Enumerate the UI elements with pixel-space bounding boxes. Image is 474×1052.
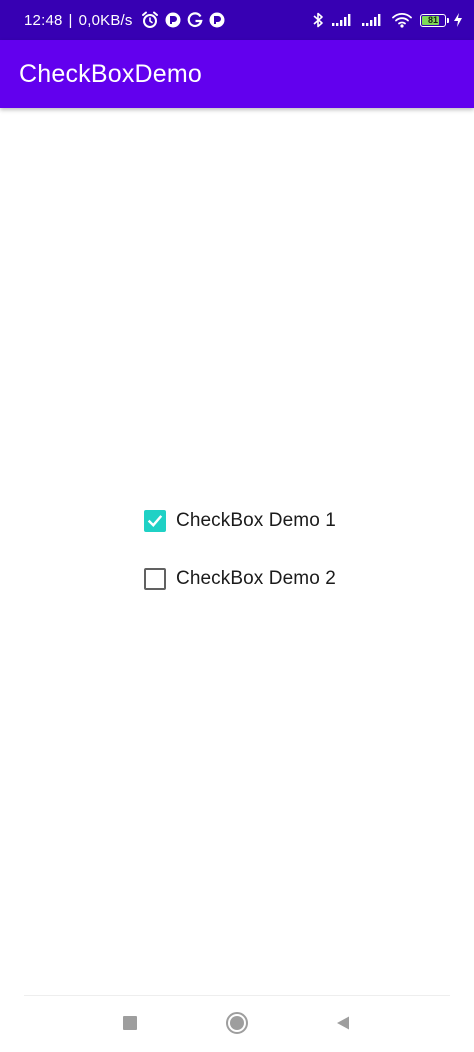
signal-icon — [332, 12, 354, 28]
back-icon[interactable] — [326, 1008, 360, 1038]
app-title: CheckBoxDemo — [19, 59, 203, 88]
status-time: 12:48 — [24, 11, 63, 29]
status-right: 81 — [312, 11, 462, 29]
checkbox-label: CheckBox Demo 2 — [176, 568, 336, 589]
google-icon — [187, 12, 203, 28]
checkbox-demo-1[interactable]: CheckBox Demo 1 — [144, 510, 336, 532]
checkbox-checked-icon[interactable] — [144, 510, 166, 532]
status-separator: | — [68, 11, 73, 29]
alarm-icon — [141, 11, 159, 29]
nav-bar — [0, 996, 474, 1052]
checkbox-unchecked-icon[interactable] — [144, 568, 166, 590]
notification-icons — [141, 11, 225, 29]
battery-level: 81 — [427, 14, 438, 25]
app-bar: CheckBoxDemo — [0, 40, 474, 108]
bluetooth-icon — [312, 11, 324, 29]
status-left: 12:48 | 0,0KB/s — [24, 11, 225, 29]
checkbox-demo-2[interactable]: CheckBox Demo 2 — [144, 568, 336, 590]
recents-icon[interactable] — [113, 1008, 147, 1038]
checkbox-label: CheckBox Demo 1 — [176, 510, 336, 531]
notification-icon — [165, 12, 181, 28]
charging-icon — [454, 13, 462, 27]
home-icon[interactable] — [220, 1008, 254, 1038]
signal-icon — [362, 12, 384, 28]
screen: 12:48 | 0,0KB/s 81 CheckBoxDemo CheckBox… — [0, 0, 474, 1052]
status-bar: 12:48 | 0,0KB/s 81 — [0, 0, 474, 40]
wifi-icon — [392, 12, 412, 28]
notification-icon — [209, 12, 225, 28]
network-speed: 0,0KB/s — [78, 11, 133, 29]
battery-icon: 81 — [420, 13, 449, 27]
